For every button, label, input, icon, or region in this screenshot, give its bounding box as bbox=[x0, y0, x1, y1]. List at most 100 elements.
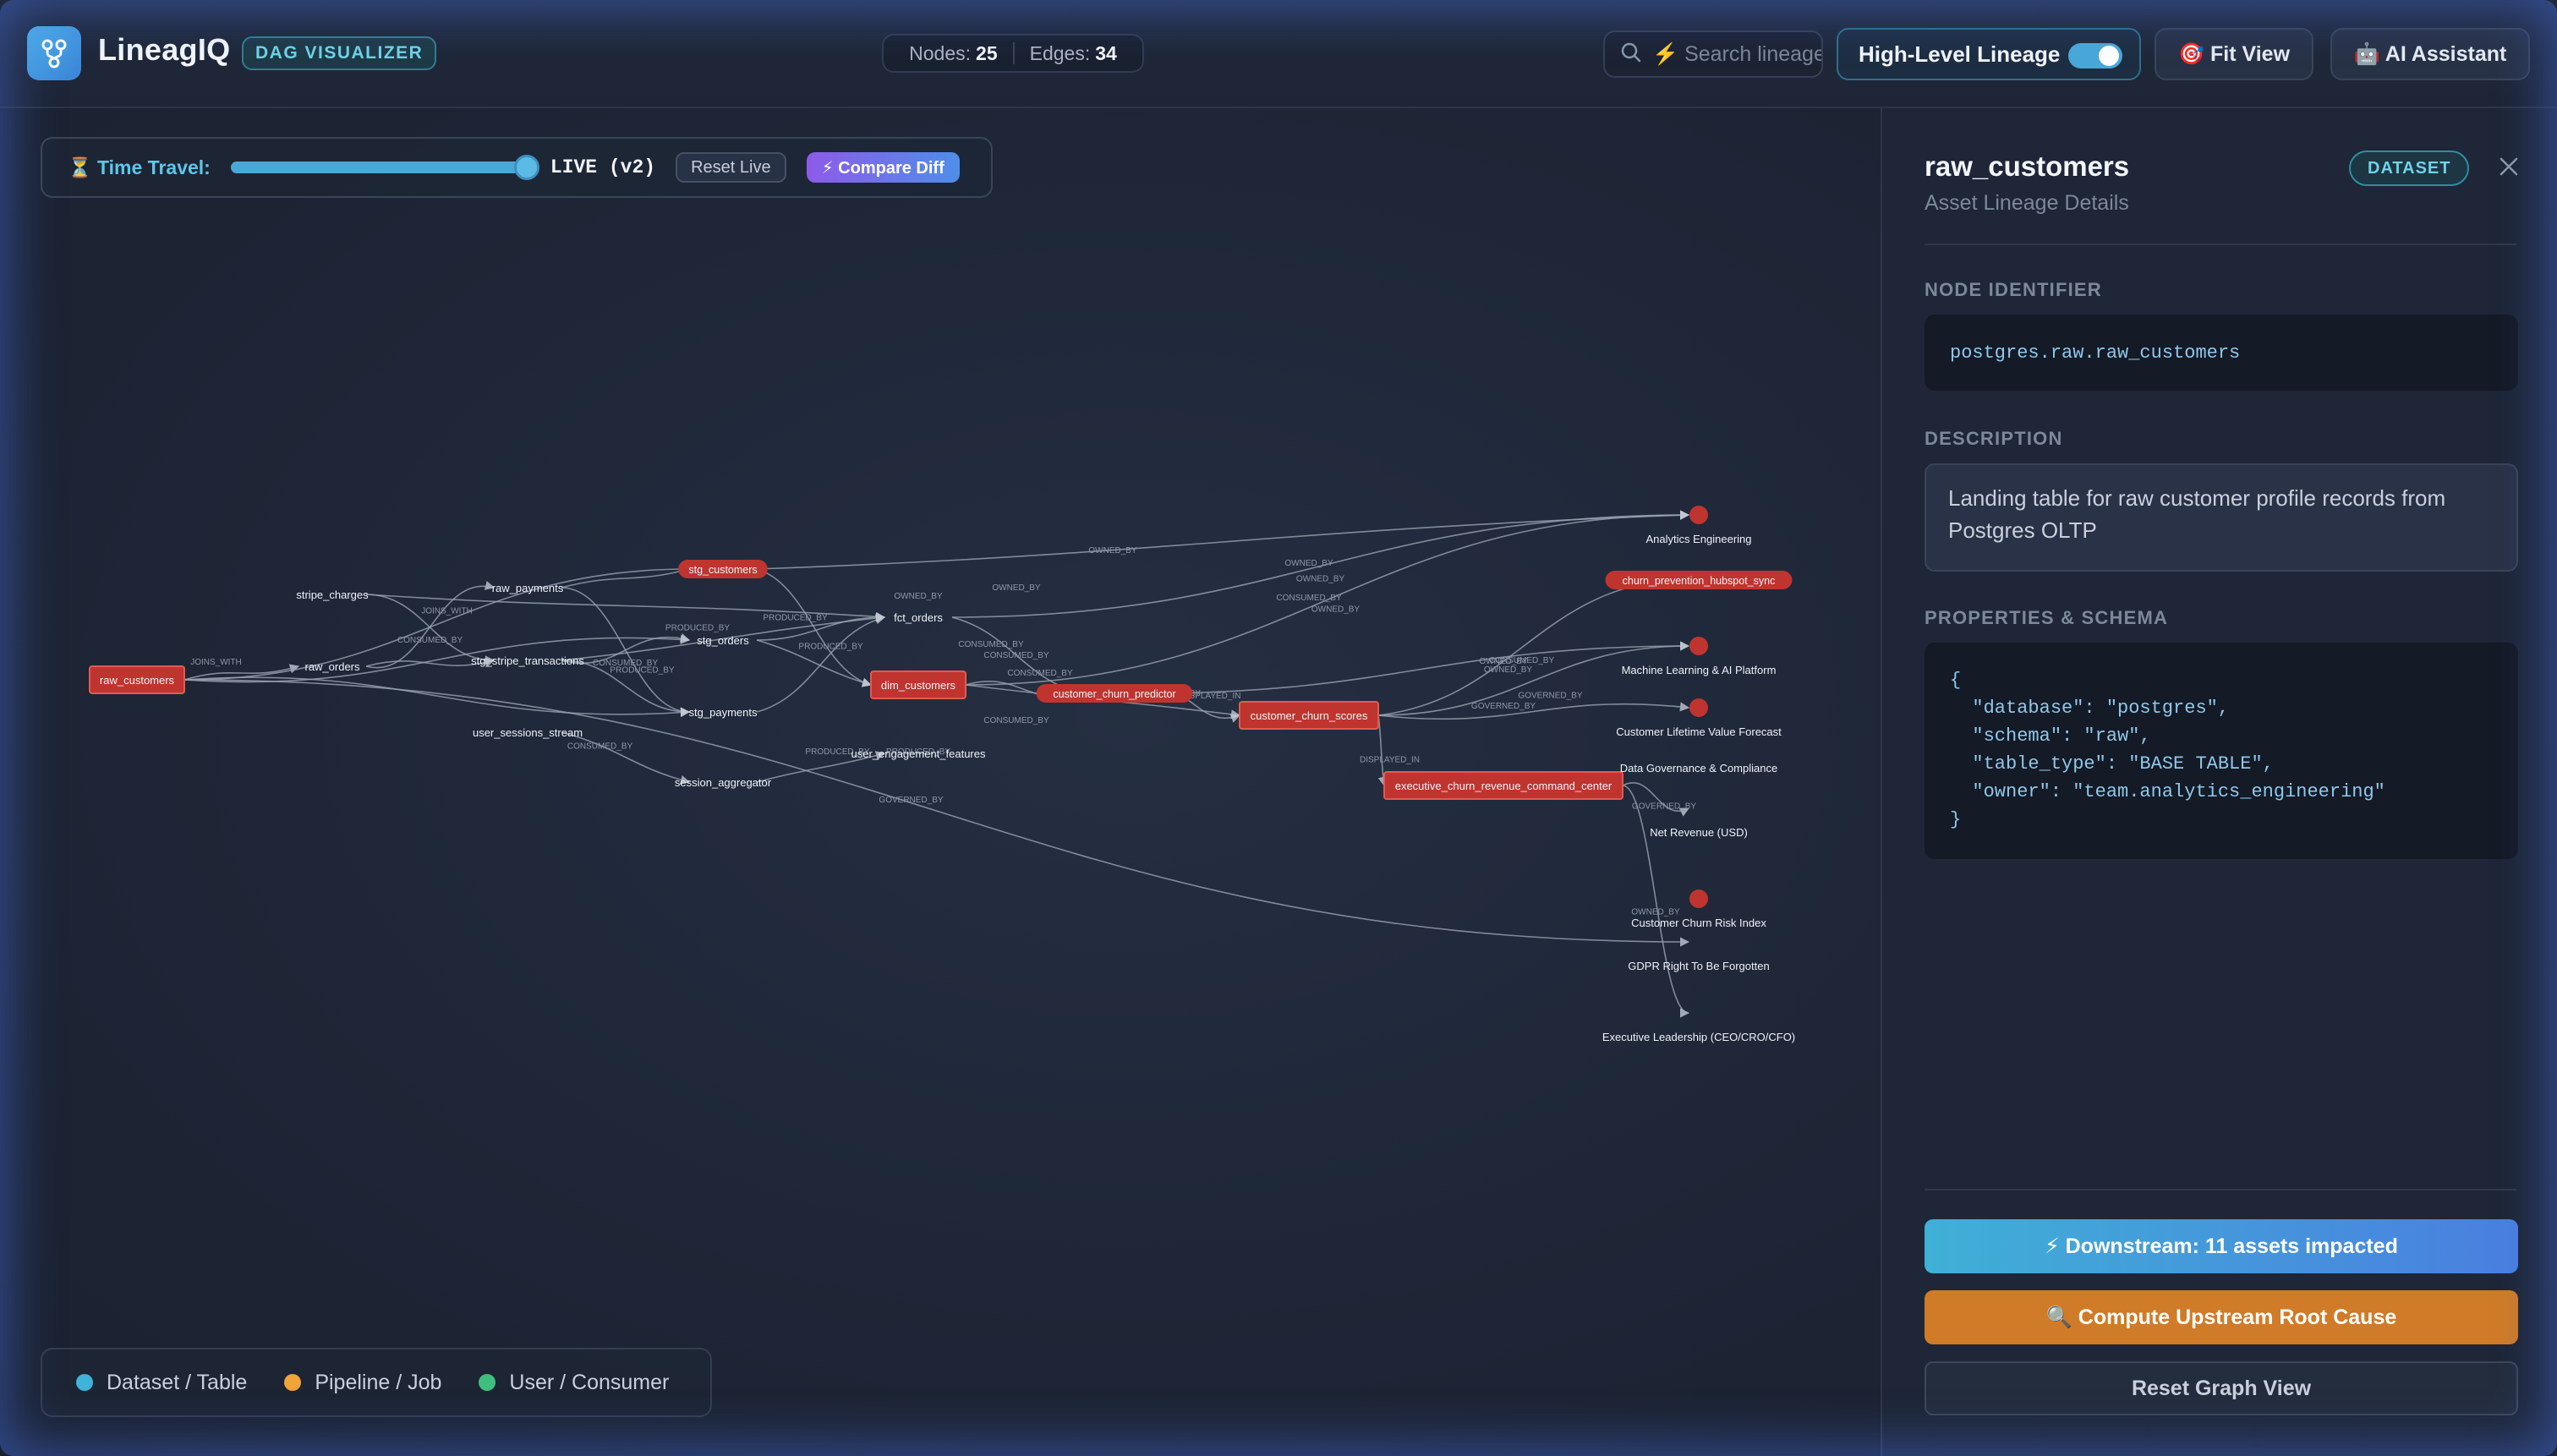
graph-node-label: user_engagement_features bbox=[851, 747, 986, 760]
edge-label: OWNED_BY bbox=[1088, 546, 1137, 556]
graph-node-label: GDPR Right To Be Forgotten bbox=[1628, 960, 1769, 972]
graph-node-session-aggregator[interactable]: session_aggregator bbox=[675, 776, 772, 789]
graph-node-gdpr-rtbf[interactable]: GDPR Right To Be Forgotten bbox=[1628, 960, 1769, 972]
graph-node-dot bbox=[1689, 506, 1708, 524]
graph-node-stg-payments[interactable]: stg_payments bbox=[689, 706, 758, 719]
properties-schema-code: { "database": "postgres", "schema": "raw… bbox=[1925, 643, 2518, 859]
graph-node-label: Analytics Engineering bbox=[1645, 533, 1751, 545]
high-level-lineage-switch[interactable] bbox=[2068, 43, 2122, 68]
search-box[interactable] bbox=[1603, 30, 1823, 78]
graph-node-label: stg_customers bbox=[688, 564, 757, 576]
upstream-root-cause-button[interactable]: 🔍 Compute Upstream Root Cause bbox=[1925, 1290, 2518, 1344]
graph-node-label: churn_prevention_hubspot_sync bbox=[1623, 575, 1776, 587]
edge-label: GOVERNED_BY bbox=[1471, 702, 1536, 711]
graph-node-customer-churn-predictor[interactable]: customer_churn_predictor bbox=[1036, 684, 1193, 703]
edge-executive_churn_revenue_command_center-to-exec_leadership[interactable] bbox=[1622, 785, 1690, 1018]
edge-label: CONSUMED_BY bbox=[958, 640, 1024, 649]
edges-stat-label: Edges: bbox=[1029, 41, 1091, 64]
fit-view-button[interactable]: 🎯 Fit View bbox=[2155, 28, 2313, 80]
graph-node-raw-payments[interactable]: raw_payments bbox=[492, 582, 564, 594]
graph-node-dim-customers[interactable]: dim_customers bbox=[870, 671, 966, 699]
edge-stg_customers-to-dim_customers[interactable] bbox=[756, 568, 873, 687]
lineage-graph[interactable]: JOINS_WITH GOVERNED_BY JOINS_WITH CONSUMED_… bbox=[0, 108, 1881, 1456]
graph-node-exec-leadership[interactable]: Executive Leadership (CEO/CRO/CFO) bbox=[1602, 1031, 1795, 1043]
graph-node-label: raw_orders bbox=[304, 660, 360, 673]
high-level-lineage-toggle-group[interactable]: High-Level Lineage bbox=[1837, 28, 2141, 80]
legend-label-dataset: Dataset / Table bbox=[107, 1370, 248, 1394]
graph-node-label: raw_customers bbox=[100, 674, 175, 687]
graph-node-dot bbox=[1689, 698, 1708, 717]
edges-stat: Edges: 34 bbox=[1030, 42, 1117, 65]
graph-node-label: Net Revenue (USD) bbox=[1650, 826, 1748, 839]
edge-label: PRODUCED_BY bbox=[798, 643, 862, 652]
graph-stats: Nodes: 25 Edges: 34 bbox=[882, 34, 1144, 73]
graph-node-fct-orders[interactable]: fct_orders bbox=[894, 611, 943, 624]
graph-node-stg-stripe-transactions[interactable]: stg_stripe_transactions bbox=[471, 654, 584, 667]
graph-node-executive-churn-revenue-command-center[interactable]: executive_churn_revenue_command_center bbox=[1383, 771, 1623, 800]
search-input[interactable] bbox=[1652, 41, 1821, 67]
live-version-label: LIVE (v2) bbox=[550, 156, 656, 178]
graph-node-stg-customers[interactable]: stg_customers bbox=[678, 560, 768, 578]
graph-node-dot bbox=[1689, 889, 1708, 908]
edge-customer_churn_predictor-to-ml_ai_platform[interactable] bbox=[1147, 641, 1690, 694]
graph-node-label: raw_payments bbox=[492, 582, 564, 594]
legend: Dataset / Table Pipeline / Job User / Co… bbox=[41, 1348, 712, 1417]
compare-diff-button[interactable]: ⚡ Compare Diff bbox=[806, 152, 960, 183]
edge-stg_customers-to-analytics_engineering[interactable] bbox=[756, 510, 1690, 570]
edge-label: PRODUCED_BY bbox=[763, 614, 827, 623]
ai-assistant-button[interactable]: 🤖 AI Assistant bbox=[2330, 28, 2530, 80]
app-mode-badge: DAG VISUALIZER bbox=[242, 36, 437, 70]
edge-label: CONSUMED_BY bbox=[397, 636, 463, 645]
description-heading: DESCRIPTION bbox=[1925, 428, 2063, 449]
graph-node-customer-churn-scores[interactable]: customer_churn_scores bbox=[1239, 701, 1379, 730]
nodes-stat: Nodes: 25 bbox=[909, 42, 997, 65]
reset-graph-view-button[interactable]: Reset Graph View bbox=[1925, 1361, 2518, 1415]
graph-node-stripe-charges[interactable]: stripe_charges bbox=[296, 588, 369, 601]
graph-node-net-revenue[interactable]: Net Revenue (USD) bbox=[1650, 826, 1748, 839]
graph-node-label: customer_churn_scores bbox=[1251, 709, 1368, 722]
graph-node-churn-prevention-hubspot-sync[interactable]: churn_prevention_hubspot_sync bbox=[1605, 571, 1793, 589]
time-travel-slider-handle[interactable] bbox=[513, 155, 539, 180]
time-travel-slider[interactable] bbox=[230, 155, 539, 180]
edge-stripe_charges-to-stg_stripe_transactions[interactable] bbox=[365, 594, 496, 665]
edge-label: JOINS_WITH bbox=[421, 607, 473, 616]
close-icon[interactable] bbox=[2494, 152, 2523, 181]
edge-label: DISPLAYED_IN bbox=[1360, 756, 1420, 765]
reset-live-button[interactable]: Reset Live bbox=[676, 152, 786, 183]
edge-label: JOINS_WITH bbox=[190, 658, 242, 667]
edge-label: OWNED_BY bbox=[1631, 908, 1680, 917]
edge-raw_customers-to-stg_payments[interactable] bbox=[183, 676, 691, 718]
graph-node-data-governance[interactable]: Data Governance & Compliance bbox=[1620, 762, 1777, 775]
graph-node-label: executive_churn_revenue_command_center bbox=[1395, 780, 1612, 792]
properties-heading: PROPERTIES & SCHEMA bbox=[1925, 607, 2169, 628]
edge-label: GOVERNED_BY bbox=[1632, 802, 1696, 812]
edge-label: GOVERNED_BY bbox=[879, 796, 943, 805]
description-value: Landing table for raw customer profile r… bbox=[1925, 463, 2518, 572]
legend-dot-pipeline bbox=[284, 1374, 302, 1391]
edge-customer_churn_scores-to-executive_churn_revenue_command_center[interactable] bbox=[1377, 714, 1388, 787]
panel-title: raw_customers bbox=[1925, 151, 2130, 182]
legend-label-pipeline: Pipeline / Job bbox=[315, 1370, 442, 1394]
graph-node-dot bbox=[1689, 637, 1708, 655]
legend-label-user: User / Consumer bbox=[509, 1370, 670, 1394]
edge-label: OWNED_BY bbox=[1284, 559, 1333, 568]
edge-user_sessions_stream-to-session_aggregator[interactable] bbox=[561, 731, 691, 785]
graph-node-label: fct_orders bbox=[894, 611, 943, 624]
edge-label: OWNED_BY bbox=[1484, 665, 1533, 675]
app-name: LineagIQ bbox=[98, 32, 231, 67]
graph-node-ml-ai-platform[interactable]: Machine Learning & AI Platform bbox=[1622, 637, 1777, 676]
downstream-impact-button[interactable]: ⚡ Downstream: 11 assets impacted bbox=[1925, 1219, 2518, 1273]
graph-node-raw-customers[interactable]: raw_customers bbox=[89, 665, 185, 694]
edge-label: CONSUMED_BY bbox=[567, 742, 633, 752]
graph-canvas[interactable]: JOINS_WITH GOVERNED_BY JOINS_WITH CONSUMED_… bbox=[0, 108, 1881, 1456]
graph-node-stg-orders[interactable]: stg_orders bbox=[697, 634, 749, 647]
nodes-stat-label: Nodes: bbox=[909, 41, 972, 64]
graph-node-analytics-engineering[interactable]: Analytics Engineering bbox=[1645, 506, 1752, 545]
node-identifier-value: postgres.raw.raw_customers bbox=[1925, 315, 2518, 391]
graph-node-user-sessions-stream[interactable]: user_sessions_stream bbox=[473, 726, 583, 739]
graph-node-label: stripe_charges bbox=[296, 588, 369, 601]
app-logo-icon bbox=[27, 26, 81, 80]
graph-node-user-engagement-features[interactable]: user_engagement_features bbox=[851, 747, 986, 760]
top-bar: LineagIQ DAG VISUALIZER Nodes: 25 Edges: 3… bbox=[0, 0, 2557, 108]
graph-node-raw-orders[interactable]: raw_orders bbox=[304, 660, 360, 673]
